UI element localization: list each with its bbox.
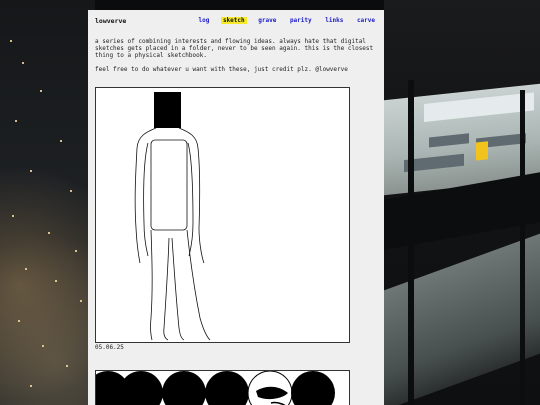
nav-sketch[interactable]: sketch [220,17,247,24]
circles-sketch [96,371,349,405]
page-panel: lowverve log sketch grave parity links c… [88,10,384,405]
credit-paragraph: feel free to do whatever u want with the… [95,66,348,73]
nav-links[interactable]: links [323,17,345,24]
city-night-view [0,0,95,405]
nav-log[interactable]: log [196,17,211,24]
nav-carve[interactable]: carve [355,17,377,24]
nav-grave[interactable]: grave [256,17,278,24]
intro-paragraph: a series of combining interests and flow… [95,38,374,59]
figure-sketch [134,92,211,341]
site-title[interactable]: lowverve [95,17,126,25]
sketch-date: 05.06.25 [95,344,124,351]
main-nav: log sketch grave parity links carve [190,17,377,24]
sketch-image-2[interactable] [95,370,350,405]
sketch-image[interactable] [95,87,350,343]
top-bar: lowverve log sketch grave parity links c… [95,17,377,29]
intro-text: a series of combining interests and flow… [95,38,377,80]
square-head [154,92,181,128]
nav-parity[interactable]: parity [288,17,314,24]
